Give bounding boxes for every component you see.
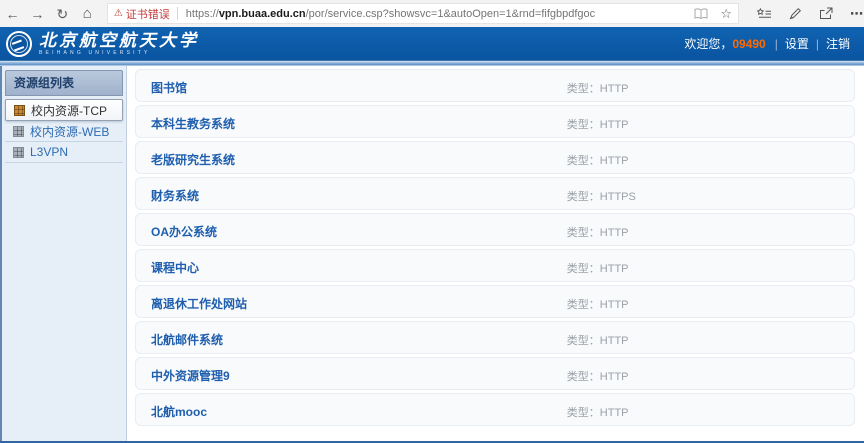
resource-type: 类型：HTTPS [567, 188, 636, 204]
resource-link[interactable]: 财务系统 [151, 187, 199, 204]
sidebar-list: 校内资源-TCP 校内资源-WEB L3VPN [2, 99, 126, 163]
resource-group-list-title: 资源组列表 [5, 70, 123, 96]
resource-link[interactable]: 中外资源管理9 [151, 367, 230, 384]
sidebar-item[interactable]: 校内资源-WEB [5, 121, 123, 142]
forward-icon[interactable]: → [25, 7, 50, 21]
university-name-en: BEIHANG UNIVERSITY [39, 51, 199, 56]
resource-row: 本科生教务系统 类型：HTTP [135, 105, 855, 138]
resource-row: 北航邮件系统 类型：HTTP [135, 321, 855, 354]
sidebar-item-label: 校内资源-WEB [30, 123, 109, 140]
resource-type: 类型：HTTP [567, 152, 629, 168]
resource-row: OA办公系统 类型：HTTP [135, 213, 855, 246]
resource-group-icon [13, 126, 24, 137]
resource-link[interactable]: 图书馆 [151, 79, 187, 96]
share-icon[interactable] [819, 7, 833, 20]
url-domain: vpn.buaa.edu.cn [219, 8, 306, 20]
user-menu: 欢迎您， 09490 | 设置 | 注销 [684, 35, 850, 52]
sidebar: 资源组列表 校内资源-TCP 校内资源-WEB L3VPN [0, 66, 127, 441]
resource-list: 图书馆类型：HTTP本科生教务系统类型：HTTP老版研究生系统类型：HTTP财务… [127, 66, 864, 441]
welcome-label: 欢迎您， [684, 35, 732, 52]
resource-link[interactable]: OA办公系统 [151, 223, 217, 240]
content: 资源组列表 校内资源-TCP校内资源-WEBL3VPN 图书馆类型：HTTP本科… [0, 66, 864, 443]
refresh-icon[interactable]: ↻ [50, 7, 75, 21]
resource-row: 北航mooc 类型：HTTP [135, 393, 855, 426]
url-separator [177, 7, 178, 20]
resource-row: 图书馆 类型：HTTP [135, 69, 855, 102]
resource-group-icon [13, 147, 24, 158]
resource-link[interactable]: 课程中心 [151, 259, 199, 276]
resource-type: 类型：HTTP [567, 224, 629, 240]
resource-type: 类型：HTTP [567, 332, 629, 348]
resource-type: 类型：HTTP [567, 80, 629, 96]
resource-link[interactable]: 本科生教务系统 [151, 115, 235, 132]
university-name-cn: 北京航空航天大学 [39, 32, 199, 49]
resource-type: 类型：HTTP [567, 116, 629, 132]
resource-row: 中外资源管理9 类型：HTTP [135, 357, 855, 390]
cert-error-label[interactable]: 证书错误 [126, 6, 170, 22]
resource-link[interactable]: 北航邮件系统 [151, 331, 223, 348]
back-icon[interactable]: ← [0, 7, 25, 21]
web-note-pen-icon[interactable] [789, 7, 802, 20]
logout-link[interactable]: 注销 [826, 35, 850, 52]
reading-view-icon[interactable] [694, 8, 708, 20]
resource-type: 类型：HTTP [567, 368, 629, 384]
home-icon[interactable]: ⌂ [75, 6, 100, 21]
browser-toolbar: ← → ↻ ⌂ ⚠ 证书错误 https://vpn.buaa.edu.cn/p… [0, 0, 864, 27]
resource-row: 课程中心 类型：HTTP [135, 249, 855, 282]
cert-warning-icon: ⚠ [114, 8, 123, 19]
settings-link[interactable]: 设置 [785, 35, 809, 52]
user-id: 09490 [732, 37, 765, 51]
more-options-icon[interactable]: ⋯ [850, 6, 864, 22]
university-logo [6, 31, 32, 57]
resource-link[interactable]: 北航mooc [151, 403, 207, 420]
sidebar-item[interactable]: L3VPN [5, 142, 123, 163]
resource-row: 离退休工作处网站 类型：HTTP [135, 285, 855, 318]
resource-link[interactable]: 离退休工作处网站 [151, 295, 247, 312]
favorite-star-icon[interactable]: ☆ [720, 6, 732, 22]
resource-type: 类型：HTTP [567, 404, 629, 420]
hub-icon[interactable] [757, 8, 772, 20]
sidebar-item[interactable]: 校内资源-TCP [5, 99, 123, 121]
resource-row: 财务系统 类型：HTTPS [135, 177, 855, 210]
resource-link[interactable]: 老版研究生系统 [151, 151, 235, 168]
portal-header: 北京航空航天大学 BEIHANG UNIVERSITY 欢迎您， 09490 |… [0, 27, 864, 60]
resource-type: 类型：HTTP [567, 296, 629, 312]
address-bar[interactable]: ⚠ 证书错误 https://vpn.buaa.edu.cn/por/servi… [107, 3, 739, 24]
resource-row: 老版研究生系统 类型：HTTP [135, 141, 855, 174]
resource-type: 类型：HTTP [567, 260, 629, 276]
university-name: 北京航空航天大学 BEIHANG UNIVERSITY [39, 32, 199, 56]
sidebar-item-label: L3VPN [30, 145, 68, 159]
sidebar-item-label: 校内资源-TCP [31, 102, 107, 119]
url-text: https://vpn.buaa.edu.cn/por/service.csp?… [186, 8, 595, 20]
resource-group-icon [14, 105, 25, 116]
